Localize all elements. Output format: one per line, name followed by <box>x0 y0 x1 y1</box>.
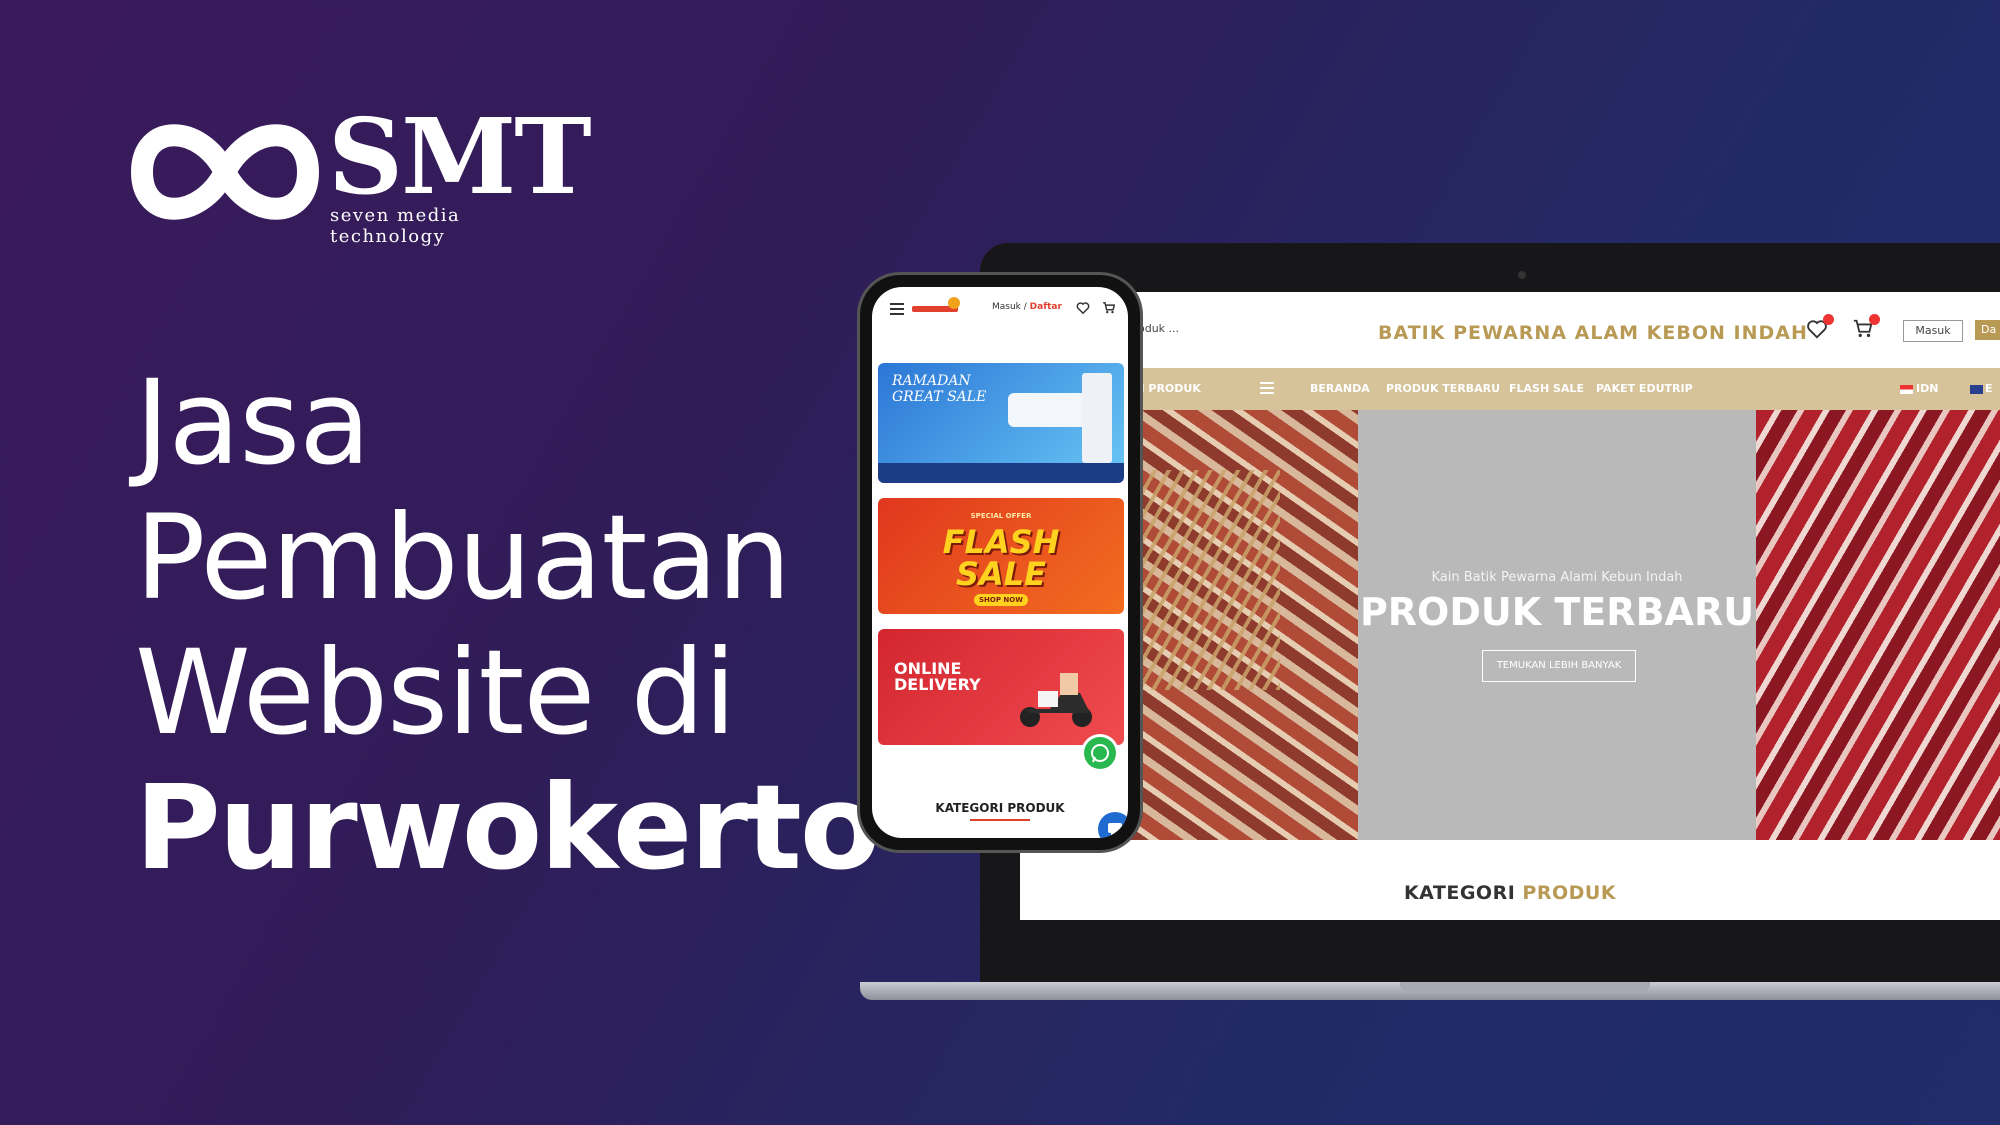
laptop-notch <box>1400 982 1650 992</box>
ramadan-banner-text: RAMADAN GREAT SALE <box>892 373 986 405</box>
register-button[interactable]: Da <box>1975 320 2000 340</box>
menu-icon[interactable] <box>1260 382 1274 397</box>
online-delivery-banner[interactable]: ONLINE DELIVERY <box>878 629 1124 745</box>
menu-icon[interactable] <box>890 303 904 318</box>
mobile-auth-separator: / <box>1020 302 1030 312</box>
nav-category[interactable]: RI PRODUK <box>1132 382 1201 395</box>
shop-now-button[interactable]: SHOP NOW <box>974 594 1028 606</box>
heart-icon[interactable] <box>1806 314 1834 340</box>
mobile-login-link[interactable]: Masuk <box>992 302 1021 312</box>
uk-flag-icon <box>1970 384 1983 394</box>
language-idn[interactable]: IDN <box>1900 382 1938 395</box>
brand-logo: SMT seven media technology <box>130 105 592 247</box>
hero-banner: Kain Batik Pewarna Alami Kebun Indah PRO… <box>1020 410 2000 840</box>
login-button[interactable]: Masuk <box>1903 320 1963 342</box>
ramadan-banner-line-1: RAMADAN <box>892 373 971 389</box>
batik-image-right <box>1756 410 2000 840</box>
cart-icon[interactable] <box>1102 300 1116 314</box>
headline-line-1: Jasa <box>135 354 371 491</box>
section-title-kategori: KATEGORI <box>1403 882 1516 904</box>
flash-banner-title: FLASH SALE <box>878 526 1124 590</box>
flash-banner-sale: SALE <box>955 555 1047 593</box>
indonesia-flag-icon <box>1900 384 1913 394</box>
mobile-website: Masuk / Daftar RAMADAN GREAT SALE SPECIA… <box>872 287 1128 838</box>
ramadan-banner-line-2: GREAT SALE <box>892 389 987 405</box>
scooter-icon <box>1020 673 1092 727</box>
hero-cta-button[interactable]: TEMUKAN LEBIH BANYAK <box>1482 650 1636 682</box>
section-title: KATEGORI PRODUK <box>1020 882 2000 904</box>
wishlist-badge <box>1823 314 1834 325</box>
delivery-banner-line-2: DELIVERY <box>894 675 981 694</box>
language-idn-label: IDN <box>1916 382 1939 395</box>
tower-ac-image <box>1082 373 1112 463</box>
nav-produk-terbaru[interactable]: PRODUK TERBARU <box>1386 382 1500 395</box>
heart-icon[interactable] <box>1076 300 1090 315</box>
cart-icon[interactable] <box>1852 314 1880 340</box>
section-title-produk: PRODUK <box>1522 882 1617 904</box>
mobile-section-title: KATEGORI PRODUK <box>935 801 1065 815</box>
brand-tagline: seven media technology <box>330 205 461 247</box>
headline: Jasa Pembuatan Website di Purwokerto <box>135 354 880 896</box>
search-input[interactable]: oduk ... <box>1138 322 1179 335</box>
brand-name: SMT <box>328 95 592 218</box>
banner-strip <box>878 463 1124 483</box>
site-nav: RI PRODUK BERANDA PRODUK TERBARU FLASH S… <box>1020 368 2000 410</box>
laptop-camera <box>1518 271 1526 279</box>
site-header: oduk ... BATIK PEWARNA ALAM KEBON INDAH … <box>1020 292 2000 368</box>
cart-badge <box>1869 314 1880 325</box>
chat-icon[interactable] <box>1098 812 1128 838</box>
language-en[interactable]: E <box>1970 382 1993 395</box>
nav-beranda[interactable]: BERANDA <box>1310 382 1370 395</box>
headline-line-3: Website di <box>135 624 736 761</box>
delivery-banner-text: ONLINE DELIVERY <box>894 661 981 693</box>
headline-line-2: Pembuatan <box>135 489 791 626</box>
infinity-logo-icon <box>130 124 320 220</box>
mobile-register-link[interactable]: Daftar <box>1030 302 1062 312</box>
flash-sale-banner[interactable]: SPECIAL OFFER FLASH SALE SHOP NOW <box>878 498 1124 614</box>
mobile-section-underline <box>970 819 1030 821</box>
mobile-header: Masuk / Daftar <box>872 287 1128 329</box>
flash-banner-special: SPECIAL OFFER <box>970 512 1032 520</box>
headline-line-4: Purwokerto <box>135 759 880 896</box>
hero-subtitle: Kain Batik Pewarna Alami Kebun Indah <box>1431 570 1683 585</box>
whatsapp-icon[interactable] <box>1084 737 1116 769</box>
nav-flash-sale[interactable]: FLASH SALE <box>1509 382 1584 395</box>
flash-banner-flash: FLASH <box>942 523 1060 561</box>
mobile-logo <box>912 297 962 319</box>
nav-paket-edutrip[interactable]: PAKET EDUTRIP <box>1596 382 1693 395</box>
desktop-website: oduk ... BATIK PEWARNA ALAM KEBON INDAH … <box>1020 292 2000 920</box>
ramadan-sale-banner[interactable]: RAMADAN GREAT SALE <box>878 363 1124 483</box>
language-en-label: E <box>1985 382 1993 395</box>
mobile-auth-links: Masuk / Daftar <box>992 302 1062 312</box>
site-title: BATIK PEWARNA ALAM KEBON INDAH <box>1378 322 1808 344</box>
hero-title: PRODUK TERBARU <box>1359 590 1755 634</box>
